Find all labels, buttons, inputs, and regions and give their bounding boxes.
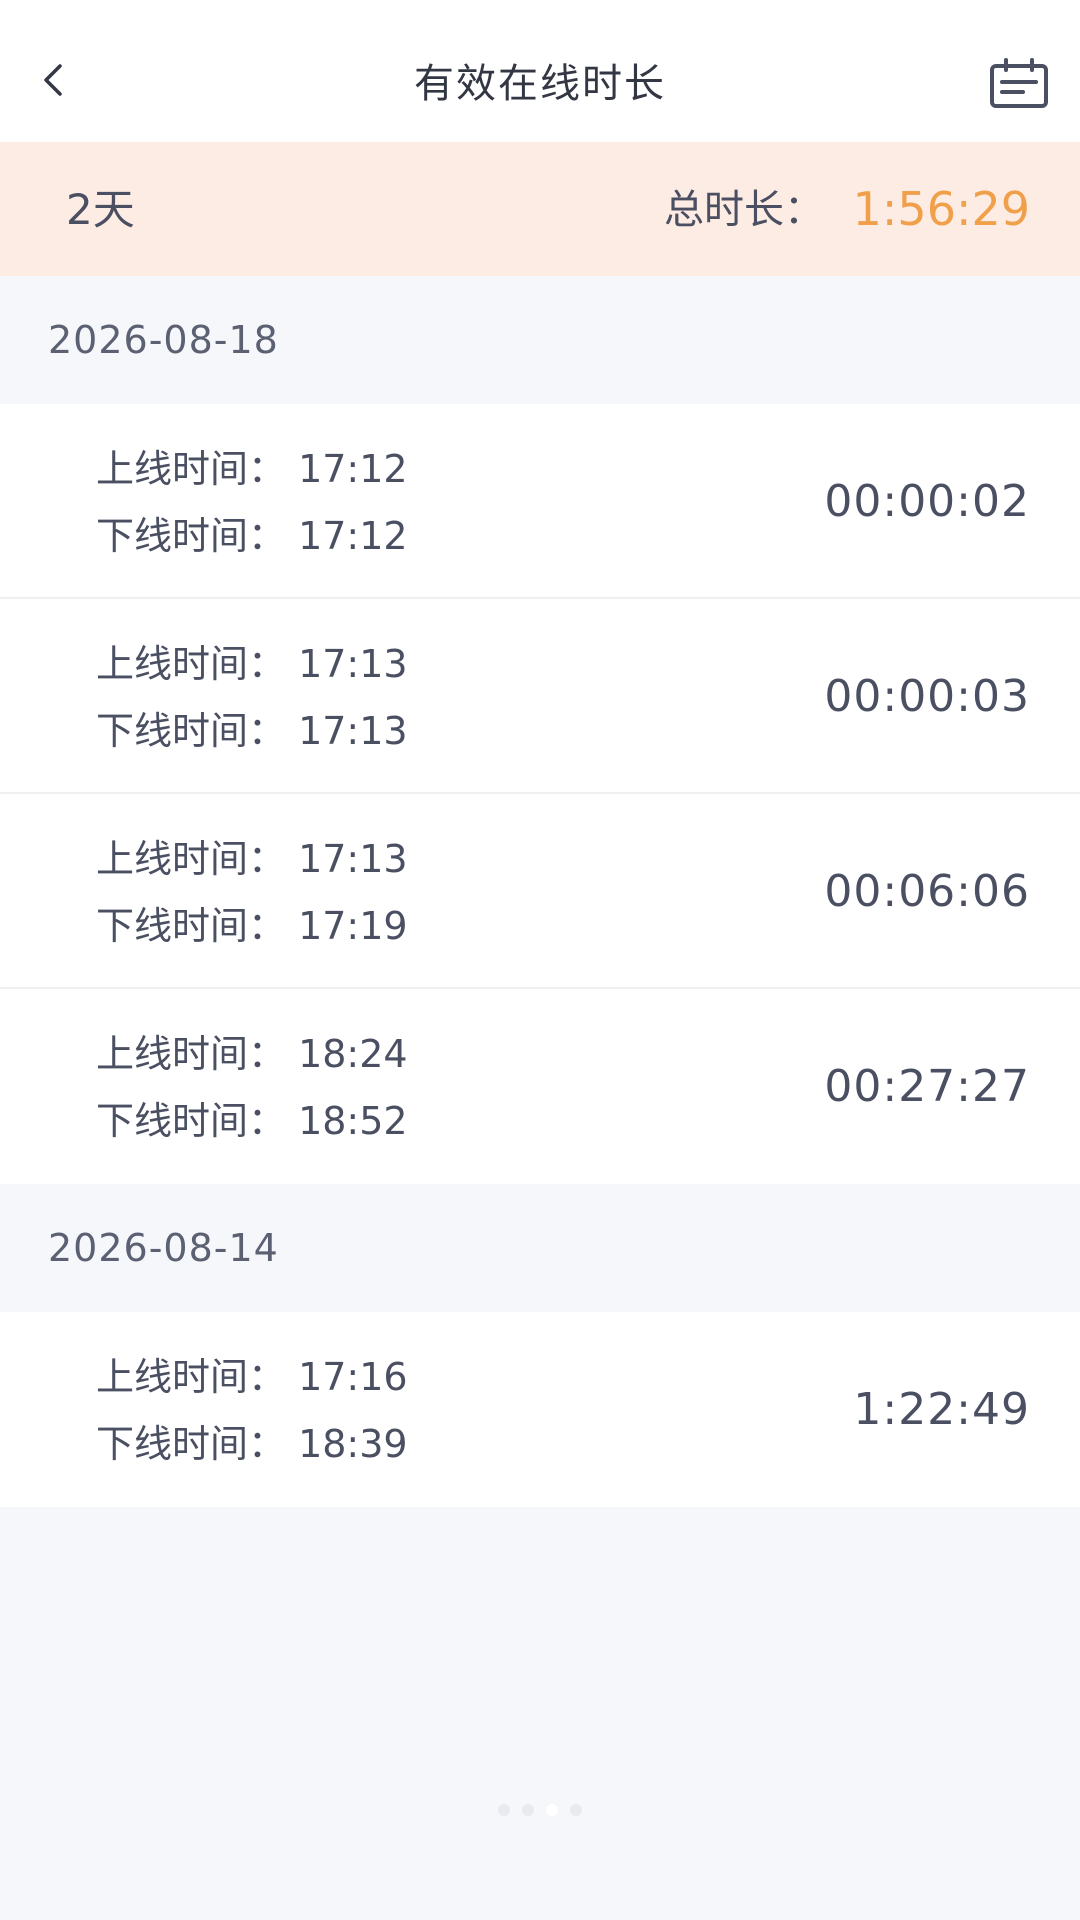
session-row: 上线时间： 17:16 下线时间： 18:39 1:22:49 bbox=[0, 1312, 1080, 1507]
offline-time: 下线时间： 18:52 bbox=[96, 1099, 408, 1143]
date-group-header: 2026-08-14 bbox=[0, 1184, 1080, 1312]
online-time: 上线时间： 17:12 bbox=[96, 447, 408, 491]
online-time: 上线时间： 17:16 bbox=[96, 1355, 408, 1399]
session-duration: 1:22:49 bbox=[853, 1384, 1030, 1435]
session-row: 上线时间： 17:13 下线时间： 17:13 00:00:03 bbox=[0, 599, 1080, 794]
page-dot bbox=[498, 1804, 510, 1816]
date-group-header: 2026-08-18 bbox=[0, 276, 1080, 404]
session-duration: 00:06:06 bbox=[824, 866, 1030, 917]
date-label: 2026-08-14 bbox=[48, 1226, 279, 1270]
session-row: 上线时间： 17:13 下线时间： 17:19 00:06:06 bbox=[0, 794, 1080, 989]
online-time: 上线时间： 18:24 bbox=[96, 1032, 408, 1076]
total-duration-value: 1:56:29 bbox=[852, 182, 1030, 236]
page-dot bbox=[570, 1804, 582, 1816]
page-indicator bbox=[0, 1804, 1080, 1816]
session-row: 上线时间： 17:12 下线时间： 17:12 00:00:02 bbox=[0, 404, 1080, 599]
online-duration-page: 有效在线时长 2天 总时长： 1:56:29 2026-08-18 上线时间： … bbox=[0, 0, 1080, 1920]
total-duration-label: 总时长： bbox=[664, 187, 824, 233]
offline-time: 下线时间： 17:13 bbox=[96, 709, 408, 753]
offline-time: 下线时间： 18:39 bbox=[96, 1422, 408, 1466]
page-dot-active bbox=[546, 1804, 558, 1816]
day-count: 2天 bbox=[66, 185, 135, 234]
session-duration: 00:27:27 bbox=[824, 1061, 1030, 1112]
session-row: 上线时间： 18:24 下线时间： 18:52 00:27:27 bbox=[0, 989, 1080, 1184]
summary-bar: 2天 总时长： 1:56:29 bbox=[0, 142, 1080, 276]
navigation-bar: 有效在线时长 bbox=[0, 0, 1080, 142]
session-duration: 00:00:03 bbox=[824, 671, 1030, 722]
online-time: 上线时间： 17:13 bbox=[96, 642, 408, 686]
date-label: 2026-08-18 bbox=[48, 318, 279, 362]
online-time: 上线时间： 17:13 bbox=[96, 837, 408, 881]
calendar-button[interactable] bbox=[986, 54, 1052, 114]
page-title: 有效在线时长 bbox=[414, 61, 666, 107]
offline-time: 下线时间： 17:12 bbox=[96, 514, 408, 558]
page-dot bbox=[522, 1804, 534, 1816]
offline-time: 下线时间： 17:19 bbox=[96, 904, 408, 948]
session-duration: 00:00:02 bbox=[824, 476, 1030, 527]
session-list: 2026-08-18 上线时间： 17:12 下线时间： 17:12 00:00… bbox=[0, 276, 1080, 1507]
calendar-icon bbox=[990, 58, 1048, 108]
